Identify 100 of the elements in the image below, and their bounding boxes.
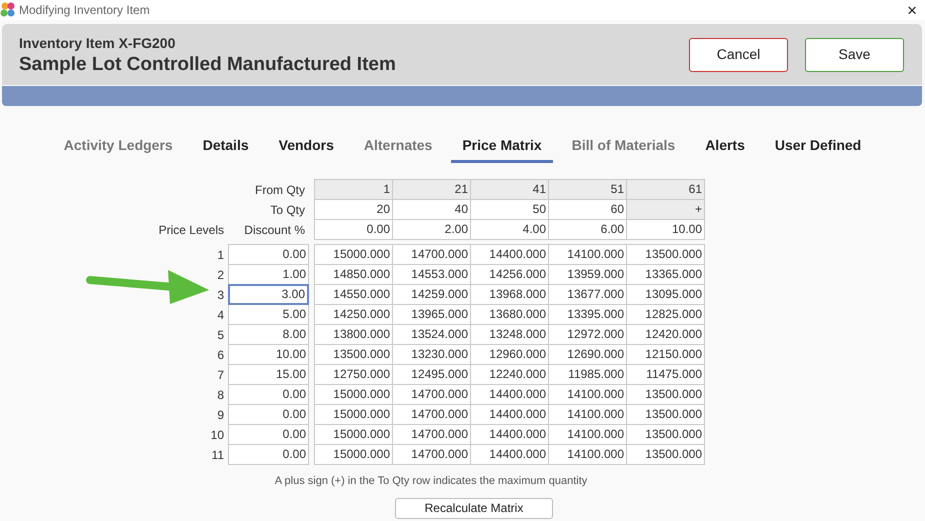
- table-cell: 14400.000: [470, 384, 549, 405]
- table-cell: 14700.000: [392, 404, 471, 425]
- level-number: 8: [216, 387, 225, 404]
- discount-field[interactable]: 0.00: [228, 424, 309, 445]
- app-logo-icon: [0, 2, 16, 18]
- table-cell: 61: [626, 179, 705, 200]
- table-cell: 14550.000: [314, 284, 393, 305]
- level-number: 3: [216, 287, 225, 304]
- table-cell: 12825.000: [626, 304, 705, 325]
- table-cell: 14100.000: [548, 444, 627, 465]
- table-cell: 14400.000: [470, 424, 549, 445]
- table-cell: 13968.000: [470, 284, 549, 305]
- level-number: 2: [216, 267, 225, 284]
- table-cell: 15000.000: [314, 424, 393, 445]
- table-cell: 20: [314, 199, 393, 220]
- table-cell: 14100.000: [548, 384, 627, 405]
- table-cell: 13500.000: [626, 424, 705, 445]
- table-cell: 0.00: [314, 219, 393, 240]
- table-cell: 2.00: [392, 219, 471, 240]
- table-cell: 12150.000: [626, 344, 705, 365]
- discount-field[interactable]: 1.00: [228, 264, 309, 285]
- window-title: Modifying Inventory Item: [19, 2, 150, 19]
- table-cell: 6.00: [548, 219, 627, 240]
- table-cell: 13500.000: [626, 444, 705, 465]
- table-cell: 14100.000: [548, 244, 627, 265]
- table-cell: 12960.000: [470, 344, 549, 365]
- table-cell: 14400.000: [470, 244, 549, 265]
- close-button[interactable]: ×: [907, 2, 917, 18]
- table-cell: 15000.000: [314, 244, 393, 265]
- discount-field[interactable]: 5.00: [228, 304, 309, 325]
- discount-field[interactable]: 0.00: [228, 444, 309, 465]
- table-cell: 12495.000: [392, 364, 471, 385]
- table-cell: 12420.000: [626, 324, 705, 345]
- table-cell: 50: [470, 199, 549, 220]
- row-label: From Qty: [254, 182, 306, 199]
- table-cell: 14553.000: [392, 264, 471, 285]
- tab[interactable]: Vendors: [268, 132, 345, 163]
- table-cell: 41: [470, 179, 549, 200]
- discount-field[interactable]: 10.00: [228, 344, 309, 365]
- table-cell: 15000.000: [314, 384, 393, 405]
- table-cell: +: [626, 199, 705, 220]
- table-cell: 14100.000: [548, 424, 627, 445]
- table-cell: 1: [314, 179, 393, 200]
- tab[interactable]: User Defined: [764, 132, 872, 163]
- save-button[interactable]: Save: [805, 38, 904, 72]
- table-cell: 13395.000: [548, 304, 627, 325]
- item-number: Inventory Item X-FG200: [19, 34, 176, 53]
- level-number: 4: [216, 307, 225, 324]
- table-cell: 14850.000: [314, 264, 393, 285]
- recalculate-button[interactable]: Recalculate Matrix: [395, 498, 553, 518]
- note-text: A plus sign (+) in the To Qty row indicates the maximum quantity: [274, 474, 588, 489]
- tab[interactable]: Details: [192, 132, 260, 163]
- table-cell: 13524.000: [392, 324, 471, 345]
- discount-field[interactable]: 0.00: [228, 404, 309, 425]
- discount-field[interactable]: 15.00: [228, 364, 309, 385]
- table-cell: 13965.000: [392, 304, 471, 325]
- table-cell: 13959.000: [548, 264, 627, 285]
- table-cell: 12240.000: [470, 364, 549, 385]
- column-label: Price Levels: [158, 222, 225, 239]
- table-cell: 13365.000: [626, 264, 705, 285]
- table-cell: 12972.000: [548, 324, 627, 345]
- table-cell: 14400.000: [470, 404, 549, 425]
- table-cell: 60: [548, 199, 627, 220]
- discount-field[interactable]: 0.00: [228, 384, 309, 405]
- table-cell: 13230.000: [392, 344, 471, 365]
- table-cell: 14700.000: [392, 244, 471, 265]
- level-number: 9: [216, 407, 225, 424]
- table-cell: 14400.000: [470, 444, 549, 465]
- row-label: Discount %: [243, 222, 306, 239]
- table-cell: 13500.000: [626, 404, 705, 425]
- discount-field[interactable]: 3.00: [228, 284, 309, 305]
- table-cell: 12750.000: [314, 364, 393, 385]
- table-cell: 10.00: [626, 219, 705, 240]
- level-number: 10: [210, 427, 225, 444]
- table-cell: 51: [548, 179, 627, 200]
- cancel-button[interactable]: Cancel: [689, 38, 788, 72]
- table-cell: 13500.000: [626, 244, 705, 265]
- table-cell: 13500.000: [314, 344, 393, 365]
- table-cell: 11985.000: [548, 364, 627, 385]
- table-cell: 13500.000: [626, 384, 705, 405]
- discount-field[interactable]: 8.00: [228, 324, 309, 345]
- tab[interactable]: Alerts: [694, 132, 756, 163]
- discount-field[interactable]: 0.00: [228, 244, 309, 265]
- tab[interactable]: Price Matrix: [451, 132, 553, 163]
- table-cell: 13677.000: [548, 284, 627, 305]
- table-cell: 14700.000: [392, 384, 471, 405]
- level-number: 6: [216, 347, 225, 364]
- table-cell: 4.00: [470, 219, 549, 240]
- table-cell: 14259.000: [392, 284, 471, 305]
- table-cell: 15000.000: [314, 444, 393, 465]
- table-cell: 40: [392, 199, 471, 220]
- table-cell: 13248.000: [470, 324, 549, 345]
- table-cell: 21: [392, 179, 471, 200]
- item-name: Sample Lot Controlled Manufactured Item: [19, 54, 396, 76]
- level-number: 1: [216, 247, 225, 264]
- table-cell: 12690.000: [548, 344, 627, 365]
- row-label: To Qty: [269, 202, 306, 219]
- table-cell: 14100.000: [548, 404, 627, 425]
- table-cell: 14700.000: [392, 444, 471, 465]
- table-cell: 14700.000: [392, 424, 471, 445]
